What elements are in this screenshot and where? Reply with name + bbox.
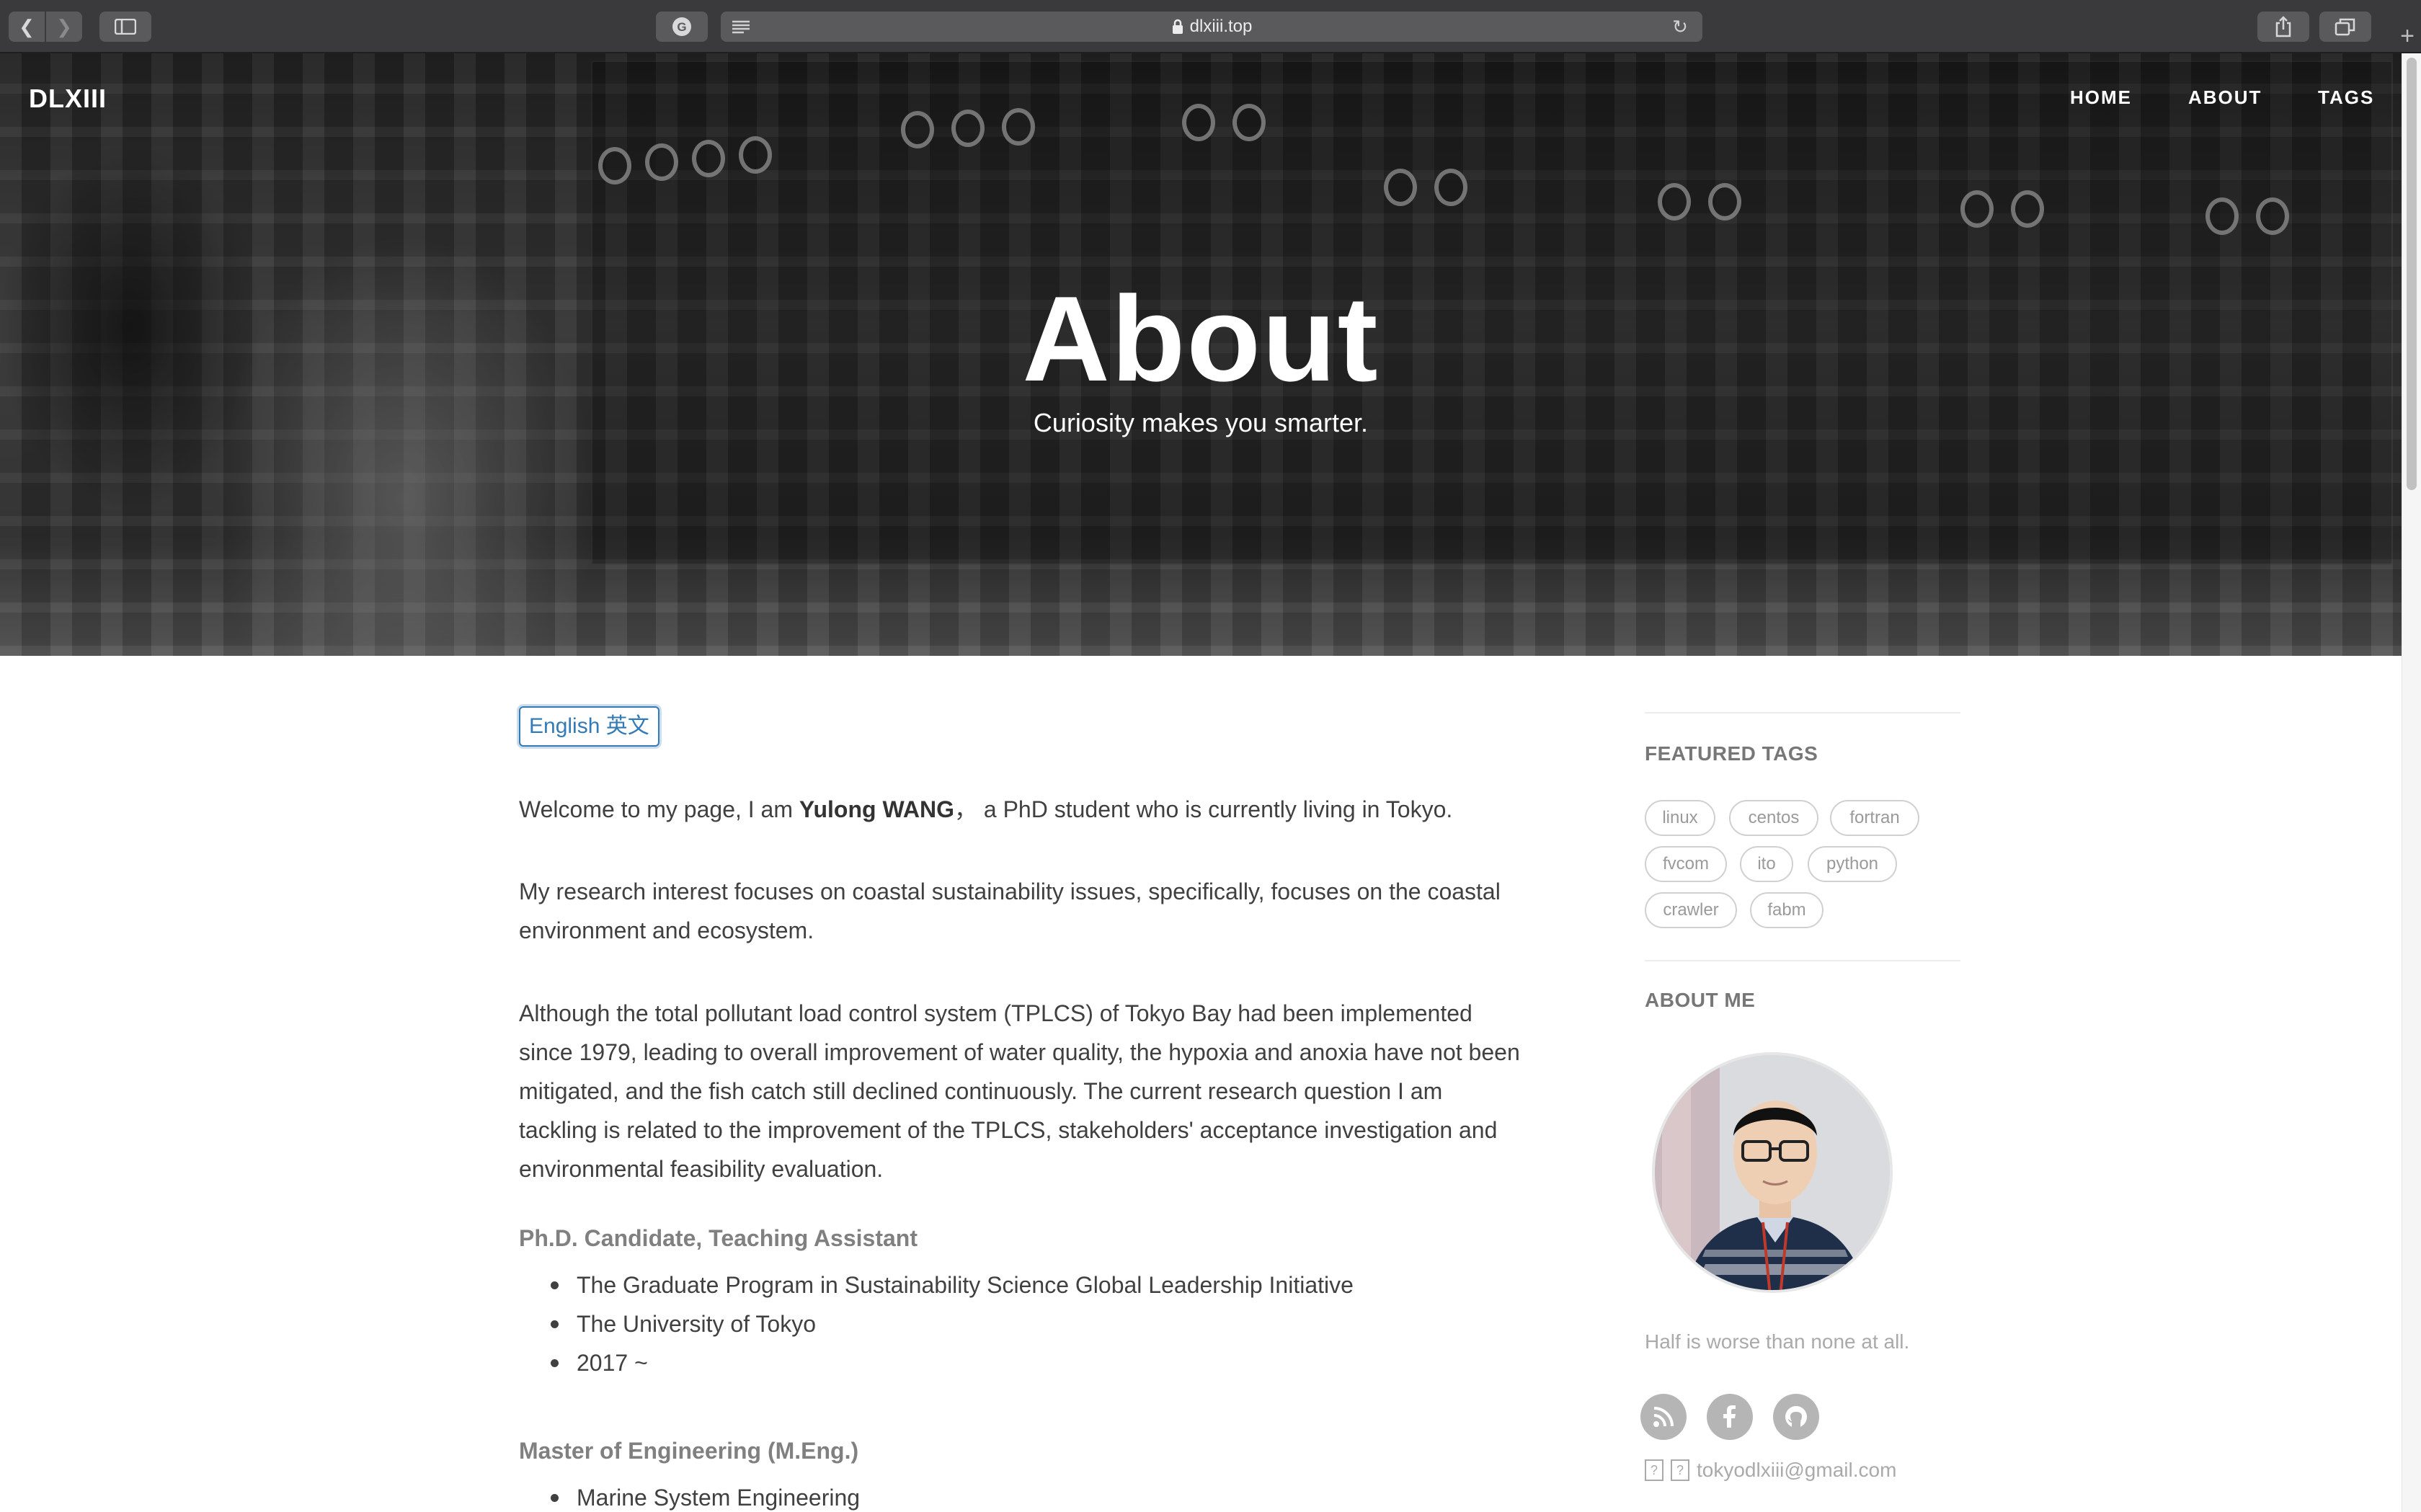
- list-item: The Graduate Program in Sustainability S…: [551, 1266, 1354, 1304]
- author-name: Yulong WANG: [799, 796, 954, 822]
- hero-banner: DLXIII HOME ABOUT TAGS About Curiosity m…: [0, 53, 2402, 656]
- show-tabs-button[interactable]: [2319, 12, 2371, 42]
- masters-section-title: Master of Engineering (M.Eng.): [519, 1438, 859, 1464]
- share-button[interactable]: [2257, 12, 2309, 42]
- list-item: 2017 ~: [551, 1343, 1354, 1382]
- tag-fabm[interactable]: fabm: [1750, 892, 1823, 928]
- browser-toolbar: ❮ ❯ G dlxiii.top ↻ +: [0, 0, 2421, 53]
- portrait-image: [1655, 1055, 1890, 1290]
- url-text: dlxiii.top: [1189, 17, 1253, 36]
- tplcs-paragraph: Although the total pollutant load contro…: [519, 994, 1542, 1188]
- nav-tags-link[interactable]: TAGS: [2318, 86, 2374, 109]
- address-bar[interactable]: dlxiii.top ↻: [721, 12, 1702, 42]
- envelope-icon: ?: [1671, 1459, 1689, 1481]
- reload-icon[interactable]: ↻: [1668, 14, 1692, 39]
- tag-python[interactable]: python: [1808, 846, 1897, 882]
- grammarly-icon: G: [672, 17, 691, 36]
- plus-icon: +: [2400, 22, 2415, 50]
- tag-linux[interactable]: linux: [1645, 800, 1715, 836]
- email-text: tokyodlxiii@gmail.com: [1697, 1459, 1897, 1481]
- lock-icon: [1172, 19, 1183, 34]
- site-brand-link[interactable]: DLXIII: [29, 84, 107, 114]
- paragraph-line: since 1979, leading to overall improveme…: [519, 1039, 1520, 1065]
- share-icon: [2275, 16, 2291, 37]
- divider: [1645, 960, 1960, 961]
- intro-text: Welcome to my page, I am: [519, 796, 799, 822]
- tag-fvcom[interactable]: fvcom: [1645, 846, 1727, 882]
- about-me-title: ABOUT ME: [1645, 989, 1756, 1011]
- nav-about-link[interactable]: ABOUT: [2188, 86, 2262, 109]
- phd-section-title: Ph.D. Candidate, Teaching Assistant: [519, 1225, 918, 1251]
- tag-fortran[interactable]: fortran: [1830, 800, 1919, 836]
- paragraph-line: environment and ecosystem.: [519, 917, 814, 943]
- chevron-left-icon: ❮: [19, 15, 35, 37]
- page-title: About: [1022, 271, 1380, 406]
- paragraph-line: My research interest focuses on coastal …: [519, 879, 1501, 904]
- page-scrollbar[interactable]: [2402, 53, 2421, 1512]
- tabs-icon: [2335, 18, 2355, 36]
- svg-text:G: G: [677, 20, 686, 34]
- browser-window: ❮ ❯ G dlxiii.top ↻ + DLXIII HOME ABOUT T…: [0, 0, 2421, 1512]
- paragraph-line: mitigated, and the fish catch still decl…: [519, 1078, 1443, 1104]
- divider: [1645, 712, 1960, 713]
- tag-crawler[interactable]: crawler: [1645, 892, 1737, 928]
- research-paragraph: My research interest focuses on coastal …: [519, 872, 1542, 950]
- extension-button[interactable]: G: [656, 12, 708, 42]
- intro-paragraph: Welcome to my page, I am Yulong WANG， a …: [519, 790, 1542, 829]
- list-item: The University of Tokyo: [551, 1304, 1354, 1343]
- intro-text-end: ， a PhD student who is currently living …: [954, 796, 1453, 822]
- sidebar-toggle-button[interactable]: [99, 12, 151, 42]
- rss-icon[interactable]: [1640, 1394, 1687, 1440]
- tag-ito[interactable]: ito: [1740, 846, 1793, 882]
- language-toggle-button[interactable]: English 英文: [519, 706, 659, 747]
- page-subtitle: Curiosity makes you smarter.: [1033, 408, 1369, 437]
- paragraph-line: Although the total pollutant load contro…: [519, 1000, 1472, 1026]
- paragraph-line: environmental feasibility evaluation.: [519, 1156, 884, 1182]
- list-item: Marine System Engineering: [550, 1478, 860, 1512]
- tag-centos[interactable]: centos: [1729, 800, 1818, 836]
- sidebar-icon: [115, 19, 136, 35]
- avatar: [1652, 1052, 1893, 1293]
- paragraph-line: tackling is related to the improvement o…: [519, 1117, 1498, 1143]
- masters-details-list: Marine System Engineering: [550, 1478, 860, 1512]
- scrollbar-thumb[interactable]: [2407, 58, 2417, 490]
- phd-details-list: The Graduate Program in Sustainability S…: [551, 1266, 1354, 1382]
- chevron-right-icon: ❯: [56, 15, 72, 37]
- github-icon[interactable]: [1773, 1394, 1819, 1440]
- nav-home-link[interactable]: HOME: [2070, 86, 2132, 109]
- facebook-icon[interactable]: [1707, 1394, 1753, 1440]
- envelope-icon: ?: [1645, 1459, 1663, 1481]
- quote-text: Half is worse than none at all.: [1645, 1330, 1910, 1353]
- new-tab-button[interactable]: +: [2393, 22, 2421, 50]
- email-link[interactable]: ?? tokyodlxiii@gmail.com: [1645, 1459, 1896, 1482]
- forward-button[interactable]: ❯: [46, 12, 82, 42]
- back-button[interactable]: ❮: [9, 12, 45, 42]
- featured-tags-title: FEATURED TAGS: [1645, 742, 1818, 765]
